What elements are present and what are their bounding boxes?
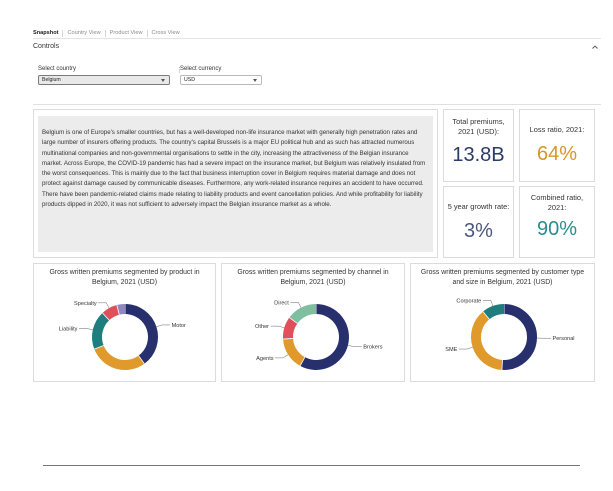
slice-label-liability: Liability	[59, 326, 78, 332]
controls-title: Controls	[33, 43, 60, 50]
tab-product-view[interactable]: Product View	[104, 30, 147, 37]
currency-select-label: Select currency	[180, 66, 222, 72]
tabs-divider	[33, 38, 601, 39]
product-donut-chart: Motor Liability Specialty	[59, 301, 186, 370]
product-chart-panel: Gross written premiums segmented by prod…	[33, 263, 216, 382]
leader-line	[290, 302, 302, 308]
market-description: Belgium is one of Europe's smaller count…	[42, 129, 426, 208]
kpi-combined-ratio-value: 90%	[536, 218, 578, 240]
donut-slice-unlabeled-1[interactable]	[94, 345, 145, 370]
slice-label-sme: SME	[445, 347, 457, 353]
kpi-total-premiums-value: 13.8B	[452, 144, 505, 166]
kpi-growth-rate-value: 3%	[464, 220, 493, 242]
kpi-combined-ratio-label: Combined ratio, 2021:	[530, 193, 584, 212]
chevron-down-icon	[253, 78, 257, 82]
leader-line	[270, 325, 285, 329]
kpi-growth-rate-label: 5 year growth rate:	[447, 202, 510, 211]
donut-slice-direct[interactable]	[289, 304, 317, 324]
leader-line	[275, 354, 289, 359]
donut-slice-sme[interactable]	[471, 311, 503, 370]
kpi-total-premiums-label: Total premiums, 2021 (USD):	[452, 117, 505, 136]
tab-country-view[interactable]: Country View	[62, 30, 104, 37]
slice-label-other: Other	[255, 324, 269, 330]
country-select-label: Select country	[38, 66, 77, 72]
slice-label-personal: Personal	[552, 336, 574, 342]
slice-label-brokers: Brokers	[363, 345, 382, 351]
channel-donut-chart: Brokers Agents Other Direct	[255, 300, 383, 370]
donut-slice-motor[interactable]	[124, 304, 158, 364]
leader-line	[458, 346, 473, 350]
footer-divider	[43, 465, 580, 466]
kpi-loss-ratio: Loss ratio, 2021: 64%	[519, 109, 595, 182]
slice-label-specialty: Specialty	[74, 301, 97, 307]
kpi-growth-rate: 5 year growth rate: 3%	[443, 186, 514, 258]
leader-line	[98, 302, 110, 309]
slice-label-corporate: Corporate	[456, 298, 481, 304]
channel-chart-panel: Gross written premiums segmented by chan…	[221, 263, 405, 382]
kpi-combined-ratio: Combined ratio, 2021: 90%	[519, 186, 595, 258]
leader-line	[156, 324, 171, 328]
donut-slice-personal[interactable]	[501, 304, 537, 370]
currency-select-value: USD	[184, 77, 195, 83]
slice-label-motor: Motor	[172, 323, 186, 329]
controls-divider	[33, 104, 601, 105]
leader-line	[482, 300, 494, 307]
kpi-loss-ratio-label: Loss ratio, 2021:	[529, 125, 585, 134]
chevron-down-icon	[161, 78, 165, 82]
kpi-total-premiums: Total premiums, 2021 (USD): 13.8B	[443, 109, 514, 182]
customer-chart-panel: Gross written premiums segmented by cust…	[410, 263, 595, 382]
slice-label-agents: Agents	[256, 356, 274, 362]
country-select[interactable]: Belgium	[38, 75, 170, 85]
chevron-up-icon[interactable]	[590, 42, 600, 52]
donut-slice-corporate[interactable]	[482, 304, 505, 320]
donut-slice-agents[interactable]	[283, 338, 306, 366]
slice-label-direct: Direct	[274, 300, 289, 306]
donut-slice-specialty[interactable]	[102, 305, 120, 321]
currency-select[interactable]: USD	[180, 75, 262, 85]
customer-donut-chart: Personal SME Corporate	[445, 298, 575, 370]
kpi-loss-ratio-value: 64%	[536, 143, 578, 165]
leader-line	[347, 344, 362, 347]
tab-snapshot[interactable]: Snapshot	[33, 30, 62, 37]
country-select-value: Belgium	[42, 77, 61, 83]
donut-slice-other[interactable]	[283, 317, 298, 340]
donut-slice-brokers[interactable]	[300, 304, 349, 370]
donut-slice-unlabeled-4[interactable]	[116, 304, 126, 315]
tab-cross-view[interactable]: Cross View	[146, 30, 184, 37]
donut-slice-liability[interactable]	[92, 312, 110, 350]
leader-line	[78, 328, 93, 331]
